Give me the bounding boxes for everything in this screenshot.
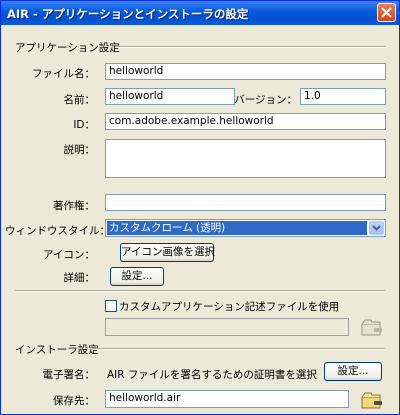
signature-settings-button[interactable]: 設定... xyxy=(324,362,382,381)
section-divider xyxy=(93,348,385,350)
section-divider xyxy=(15,290,385,292)
id-label: ID： xyxy=(73,119,95,131)
app-settings-section-title: アプリケーション設定 xyxy=(15,42,120,54)
close-button[interactable] xyxy=(377,3,396,22)
window-style-value: カスタムクローム (透明) xyxy=(107,221,367,235)
file-name-input[interactable]: helloworld xyxy=(105,63,386,80)
file-name-label: ファイル名： xyxy=(32,68,95,80)
folder-browse-icon[interactable] xyxy=(361,390,383,410)
destination-label: 保存先： xyxy=(53,395,95,407)
window-style-label: ウィンドウスタイル： xyxy=(5,225,110,237)
version-label: バージョン： xyxy=(234,94,297,106)
folder-browse-icon xyxy=(361,317,383,337)
description-textarea[interactable] xyxy=(105,139,386,178)
signature-label: 電子署名： xyxy=(42,369,96,381)
select-icon-image-button[interactable]: アイコン画像を選択 xyxy=(120,243,215,262)
installer-settings-section-title: インストーラ設定 xyxy=(15,344,99,356)
copyright-input[interactable] xyxy=(105,194,386,211)
version-input[interactable]: 1.0 xyxy=(300,88,386,105)
advanced-settings-button[interactable]: 設定... xyxy=(110,267,164,286)
description-label: 説明： xyxy=(63,144,96,156)
id-input[interactable]: com.adobe.example.helloworld xyxy=(105,113,386,130)
window-title: AIR - アプリケーションとインストーラの設定 xyxy=(7,7,249,21)
copyright-label: 著作権： xyxy=(53,200,95,212)
destination-input[interactable]: helloworld.air xyxy=(105,390,349,408)
custom-descriptor-checkbox[interactable] xyxy=(105,300,117,312)
custom-descriptor-label: カスタムアプリケーション記述ファイルを使用 xyxy=(119,301,340,313)
advanced-label: 詳細： xyxy=(63,272,96,284)
icon-label: アイコン： xyxy=(43,249,95,261)
chevron-down-icon[interactable] xyxy=(369,221,384,235)
signature-text: AIR ファイルを署名するための証明書を選択 xyxy=(107,369,317,381)
dialog-window: AIR - アプリケーションとインストーラの設定 アプリケーション設定 ファイル… xyxy=(0,0,400,415)
close-icon xyxy=(381,7,392,18)
name-label: 名前： xyxy=(63,94,96,106)
window-style-select[interactable]: カスタムクローム (透明) xyxy=(105,219,386,237)
title-bar[interactable]: AIR - アプリケーションとインストーラの設定 xyxy=(1,1,399,25)
section-divider xyxy=(117,46,385,48)
custom-descriptor-path-input xyxy=(105,318,349,336)
